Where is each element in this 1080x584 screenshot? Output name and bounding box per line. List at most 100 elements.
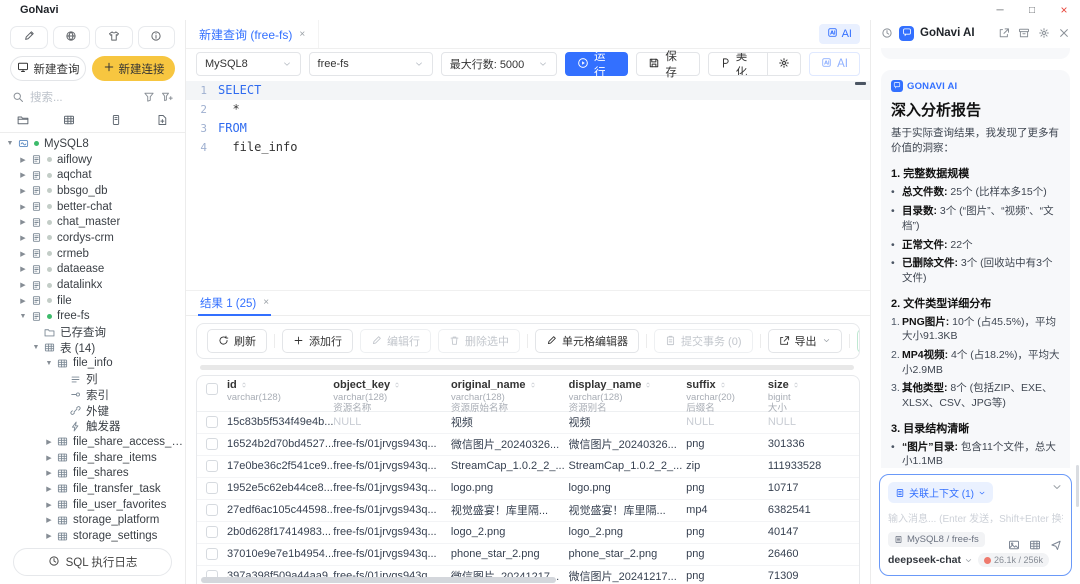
sort-icon[interactable] bbox=[644, 381, 652, 389]
table-cell[interactable]: logo.png bbox=[451, 482, 569, 494]
row-checkbox[interactable] bbox=[206, 482, 218, 494]
tree-item[interactable]: ▶bbsgo_db bbox=[0, 183, 185, 199]
caret-icon[interactable]: ▶ bbox=[43, 454, 55, 462]
database-select[interactable]: free-fs bbox=[309, 52, 433, 76]
tab-files[interactable] bbox=[139, 110, 185, 132]
table-cell[interactable]: png bbox=[686, 526, 768, 538]
context-badge[interactable]: 关联上下文 (1) bbox=[888, 482, 993, 503]
sort-icon[interactable] bbox=[529, 381, 537, 389]
send-icon[interactable] bbox=[1050, 539, 1062, 551]
chat-input[interactable]: 输入消息... (Enter 发送，Shift+Enter 换行，/ 快捷命令) bbox=[888, 510, 1063, 525]
column-header[interactable]: original_namevarchar(128)资源原始名称 bbox=[451, 379, 569, 414]
ai-panel-toggle[interactable]: AI bbox=[819, 24, 860, 44]
context-db-tag[interactable]: MySQL8 / free-fs bbox=[888, 532, 985, 547]
caret-icon[interactable]: ▶ bbox=[43, 516, 55, 524]
result-toolbar-button[interactable]: 单元格编辑器 bbox=[535, 329, 639, 353]
table-cell[interactable]: logo.png bbox=[569, 482, 687, 494]
table-cell[interactable]: png bbox=[686, 548, 768, 560]
table-cell[interactable]: png bbox=[686, 438, 768, 450]
filter-icon[interactable] bbox=[143, 91, 155, 103]
tree-item[interactable]: 列 bbox=[0, 371, 185, 387]
table-row[interactable]: 2b0d628f17414983...free-fs/01jrvgs943q..… bbox=[197, 522, 859, 544]
table-cell[interactable]: 27edf6ac105c44598... bbox=[227, 504, 333, 516]
caret-icon[interactable]: ▶ bbox=[43, 501, 55, 509]
run-button[interactable]: 运行 bbox=[565, 52, 628, 76]
tree-item[interactable]: ▶aiflowy bbox=[0, 152, 185, 168]
table-cell[interactable]: 301336 bbox=[768, 438, 859, 450]
table-cell[interactable]: 26460 bbox=[768, 548, 859, 560]
table-cell[interactable]: zip bbox=[686, 460, 768, 472]
editor-ai-button[interactable]: AI bbox=[809, 52, 860, 76]
caret-icon[interactable]: ▼ bbox=[30, 344, 42, 351]
caret-icon[interactable]: ▶ bbox=[17, 156, 29, 164]
row-checkbox[interactable] bbox=[206, 548, 218, 560]
result-tab[interactable]: 结果 1 (25) × bbox=[198, 291, 271, 315]
image-icon[interactable] bbox=[1008, 539, 1020, 551]
caret-icon[interactable]: ▶ bbox=[17, 250, 29, 258]
ai-conversation[interactable]: GONAVI AI 深入分析报告 基于实际查询结果，我发现了更多有价值的洞察： … bbox=[871, 46, 1080, 468]
table-cell[interactable]: logo_2.png bbox=[569, 526, 687, 538]
result-toolbar-button[interactable]: 编辑行 bbox=[360, 329, 431, 353]
table-cell[interactable]: StreamCap_1.0.2_2_... bbox=[451, 460, 569, 472]
sql-log-button[interactable]: SQL 执行日志 bbox=[13, 548, 172, 576]
table-cell[interactable]: 2b0d628f17414983... bbox=[227, 526, 333, 538]
result-toolbar-button[interactable]: 刷新 bbox=[207, 329, 267, 353]
collapse-chat-button[interactable] bbox=[1051, 481, 1063, 493]
sql-editor[interactable]: 1SELECT2 *3FROM4 file_info bbox=[186, 79, 870, 290]
table-cell[interactable]: 视觉盛宴！库里隔... bbox=[569, 502, 687, 518]
globe-button[interactable] bbox=[53, 26, 91, 49]
code-line[interactable]: 4 file_info bbox=[186, 138, 870, 157]
sort-icon[interactable] bbox=[719, 381, 727, 389]
caret-icon[interactable]: ▶ bbox=[17, 234, 29, 242]
table-cell[interactable]: 1952e5c62eb44ce8... bbox=[227, 482, 333, 494]
table-cell[interactable]: 10717 bbox=[768, 482, 859, 494]
table-cell[interactable]: NULL bbox=[768, 416, 859, 428]
caret-icon[interactable]: ▶ bbox=[43, 438, 55, 446]
query-tab[interactable]: 新建查询 (free-fs) × bbox=[186, 20, 319, 48]
history-icon[interactable] bbox=[881, 27, 893, 39]
new-query-button[interactable]: 新建查询 bbox=[10, 56, 86, 81]
table-cell[interactable]: phone_star_2.png bbox=[569, 548, 687, 560]
code-line[interactable]: 2 * bbox=[186, 100, 870, 119]
code-line[interactable]: 1SELECT bbox=[186, 81, 870, 100]
table-cell[interactable]: 视觉盛宴！库里隔... bbox=[451, 502, 569, 518]
new-connection-button[interactable]: 新建连接 bbox=[92, 56, 175, 81]
tree-item[interactable]: 索引 bbox=[0, 387, 185, 403]
result-toolbar-button[interactable]: undefinedAI 数据洞察 bbox=[857, 329, 861, 353]
result-toolbar-button[interactable]: 添加行 bbox=[282, 329, 353, 353]
archive-icon[interactable] bbox=[1018, 27, 1030, 39]
column-header[interactable]: suffixvarchar(20)后缀名 bbox=[686, 379, 768, 414]
tree-item[interactable]: ▶storage_platform bbox=[0, 513, 185, 529]
table-cell[interactable]: 视频 bbox=[451, 414, 569, 430]
caret-icon[interactable]: ▶ bbox=[17, 218, 29, 226]
tree-item[interactable]: ▶chat_master bbox=[0, 214, 185, 230]
tree-item[interactable]: ▼free-fs bbox=[0, 309, 185, 325]
table-cell[interactable]: 71309 bbox=[768, 570, 859, 582]
caret-icon[interactable]: ▼ bbox=[4, 140, 16, 147]
tree-item[interactable]: ▶file_transfer_task bbox=[0, 481, 185, 497]
column-header[interactable]: sizebigint大小 bbox=[768, 379, 859, 414]
caret-icon[interactable]: ▶ bbox=[43, 469, 55, 477]
row-checkbox[interactable] bbox=[206, 526, 218, 538]
table-cell[interactable]: 微信图片_20240326... bbox=[451, 436, 569, 452]
caret-icon[interactable]: ▶ bbox=[17, 187, 29, 195]
table-row[interactable]: 1952e5c62eb44ce8...free-fs/01jrvgs943q..… bbox=[197, 478, 859, 500]
tab-objects[interactable] bbox=[93, 110, 139, 132]
row-checkbox[interactable] bbox=[206, 438, 218, 450]
table-row[interactable]: 15c83b5f534f49e4b...NULL视频视频NULLNULL bbox=[197, 412, 859, 434]
minimize-button[interactable]: ─ bbox=[984, 1, 1016, 19]
sort-icon[interactable] bbox=[240, 381, 248, 389]
table-cell[interactable]: free-fs/01jrvgs943q... bbox=[333, 482, 451, 494]
result-toolbar-button[interactable]: 导出 bbox=[768, 329, 842, 353]
table-cell[interactable]: 111933528 bbox=[768, 460, 859, 472]
table-cell[interactable]: 16524b2d70bd4527... bbox=[227, 438, 333, 450]
table-cell[interactable]: StreamCap_1.0.2_2_... bbox=[569, 460, 687, 472]
max-rows-select[interactable]: 最大行数: 5000 bbox=[441, 52, 557, 76]
row-checkbox[interactable] bbox=[206, 416, 218, 428]
tree-item[interactable]: ▶storage_settings bbox=[0, 528, 185, 542]
table-cell[interactable]: 微信图片_20241217... bbox=[569, 568, 687, 584]
tree-item[interactable]: ▶crmeb bbox=[0, 246, 185, 262]
table-cell[interactable]: phone_star_2.png bbox=[451, 548, 569, 560]
sort-icon[interactable] bbox=[393, 381, 401, 389]
tree-item[interactable]: ▶file_share_items bbox=[0, 450, 185, 466]
